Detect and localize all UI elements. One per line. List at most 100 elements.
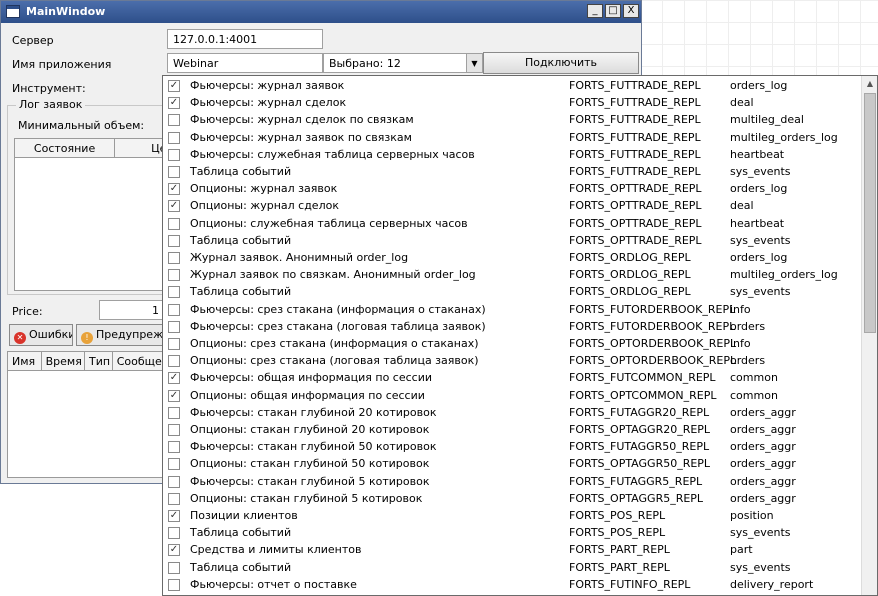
stream-list-item[interactable]: Журнал заявок. Анонимный order_log FORTS_… bbox=[163, 249, 863, 266]
column-header-name[interactable]: Имя bbox=[8, 352, 42, 370]
instrument-label: Инструмент: bbox=[12, 82, 86, 95]
stream-checkbox[interactable]: ✓ bbox=[168, 200, 180, 213]
stream-list-item[interactable]: Фьючерсы: стакан глубиной 50 котировок FO… bbox=[163, 438, 863, 455]
messages-grid-body[interactable] bbox=[7, 370, 167, 478]
column-header-time[interactable]: Время bbox=[42, 352, 86, 370]
stream-item-name: Таблица событий bbox=[190, 165, 292, 178]
stream-list-item[interactable]: ✓ Фьючерсы: общая информация по сессии FOR… bbox=[163, 369, 863, 386]
stream-checkbox[interactable] bbox=[168, 269, 180, 282]
server-input[interactable]: 127.0.0.1:4001 bbox=[167, 29, 323, 49]
stream-checkbox[interactable] bbox=[168, 561, 180, 574]
stream-checkbox[interactable] bbox=[168, 578, 180, 591]
stream-list-item[interactable]: Опционы: стакан глубиной 20 котировок FOR… bbox=[163, 421, 863, 438]
warnings-tab[interactable]: !Предупрежде bbox=[76, 324, 166, 346]
vertical-scrollbar[interactable]: ▲ bbox=[861, 76, 877, 595]
stream-checkbox[interactable]: ✓ bbox=[168, 372, 180, 385]
chevron-down-icon[interactable]: ▼ bbox=[466, 54, 482, 72]
stream-item-stream: FORTS_FUTTRADE_REPL bbox=[569, 130, 701, 144]
stream-list-item[interactable]: Опционы: срез стакана (логовая таблица з… bbox=[163, 352, 863, 369]
window-title: MainWindow bbox=[26, 5, 106, 18]
stream-item-stream: FORTS_ORDLOG_REPL bbox=[569, 268, 691, 282]
stream-list-item[interactable]: Опционы: служебная таблица серверных час… bbox=[163, 215, 863, 232]
scrollbar-thumb[interactable] bbox=[864, 93, 876, 333]
stream-list-item[interactable]: ✓ Средства и лимиты клиентов FORTS_PART_RE… bbox=[163, 541, 863, 558]
stream-list-item[interactable]: Фьючерсы: служебная таблица серверных ча… bbox=[163, 146, 863, 163]
stream-item-stream: FORTS_FUTCOMMON_REPL bbox=[569, 371, 716, 385]
stream-checkbox[interactable] bbox=[168, 355, 180, 368]
stream-list-item[interactable]: Фьючерсы: стакан глубиной 5 котировок FOR… bbox=[163, 473, 863, 490]
stream-list-item[interactable]: Таблица событий FORTS_FUTTRADE_REPL sys_ev… bbox=[163, 163, 863, 180]
stream-list-item[interactable]: Журнал заявок по связкам. Анонимный orde… bbox=[163, 266, 863, 283]
column-header-price[interactable]: Це bbox=[115, 139, 163, 157]
stream-checkbox[interactable] bbox=[168, 148, 180, 161]
close-button[interactable]: X bbox=[623, 4, 639, 18]
stream-checkbox[interactable] bbox=[168, 303, 180, 316]
stream-checkbox[interactable] bbox=[168, 424, 180, 436]
stream-checkbox[interactable] bbox=[168, 458, 180, 471]
stream-checkbox[interactable] bbox=[168, 131, 180, 144]
errors-tab[interactable]: ✕ Ошибки bbox=[9, 324, 73, 346]
stream-checkbox[interactable] bbox=[168, 234, 180, 247]
stream-list-item[interactable]: Фьючерсы: срез стакана (информация о ста… bbox=[163, 301, 863, 318]
stream-checkbox[interactable] bbox=[168, 492, 180, 505]
stream-item-table: orders_log bbox=[730, 79, 788, 92]
stream-checkbox[interactable]: ✓ bbox=[168, 510, 180, 522]
stream-item-stream: FORTS_FUTTRADE_REPL bbox=[569, 96, 701, 110]
stream-checkbox[interactable] bbox=[168, 338, 180, 350]
column-header-type[interactable]: Тип bbox=[85, 352, 113, 370]
stream-list-item[interactable]: Фьючерсы: стакан глубиной 20 котировок FO… bbox=[163, 404, 863, 421]
stream-checkbox[interactable]: ✓ bbox=[168, 97, 180, 110]
stream-checkbox[interactable] bbox=[168, 252, 180, 264]
price-input[interactable]: 1 bbox=[99, 300, 165, 320]
column-header-state[interactable]: Состояние bbox=[15, 139, 116, 157]
minimize-button[interactable]: _ bbox=[587, 4, 603, 18]
server-label: Сервер bbox=[12, 34, 54, 47]
stream-checkbox[interactable] bbox=[168, 320, 180, 333]
stream-checkbox[interactable] bbox=[168, 527, 180, 540]
stream-list-item[interactable]: Опционы: стакан глубиной 5 котировок FORT… bbox=[163, 490, 863, 507]
stream-list-item[interactable]: ✓ Фьючерсы: журнал сделок FORTS_FUTTRADE_R… bbox=[163, 94, 863, 111]
stream-list-item[interactable]: Опционы: стакан глубиной 50 котировок FOR… bbox=[163, 455, 863, 472]
connect-button[interactable]: Подключить bbox=[483, 52, 639, 74]
stream-checkbox[interactable] bbox=[168, 441, 180, 454]
stream-item-table: orders_aggr bbox=[730, 457, 796, 471]
column-header-message[interactable]: Сообщени bbox=[113, 352, 166, 370]
stream-list-item[interactable]: Таблица событий FORTS_OPTTRADE_REPL sys_ev… bbox=[163, 232, 863, 249]
stream-checkbox[interactable]: ✓ bbox=[168, 80, 180, 92]
orders-grid-body[interactable] bbox=[14, 157, 164, 291]
stream-list-item[interactable]: Фьючерсы: журнал заявок по связкам FORTS_… bbox=[163, 129, 863, 146]
app-name-input[interactable]: Webinar bbox=[167, 53, 323, 73]
stream-list-item[interactable]: Таблица событий FORTS_PART_REPL sys_events bbox=[163, 559, 863, 576]
stream-checkbox[interactable] bbox=[168, 286, 180, 299]
stream-list-item[interactable]: Таблица событий FORTS_POS_REPL sys_events bbox=[163, 524, 863, 541]
stream-list-item[interactable]: ✓ Позиции клиентов FORTS_POS_REPL position bbox=[163, 507, 863, 524]
stream-checkbox[interactable]: ✓ bbox=[168, 544, 180, 557]
maximize-button[interactable]: □ bbox=[605, 4, 621, 18]
scroll-up-icon[interactable]: ▲ bbox=[862, 76, 877, 92]
stream-list-item[interactable]: Таблица событий FORTS_ORDLOG_REPL sys_even… bbox=[163, 283, 863, 300]
stream-item-name: Опционы: журнал сделок bbox=[190, 199, 339, 213]
stream-list-item[interactable]: Опционы: срез стакана (информация о стак… bbox=[163, 335, 863, 352]
stream-item-stream: FORTS_FUTTRADE_REPL bbox=[569, 79, 701, 92]
stream-checkbox[interactable]: ✓ bbox=[168, 183, 180, 196]
stream-list-item[interactable]: Фьючерсы: журнал сделок по связкам FORTS_… bbox=[163, 111, 863, 128]
stream-checkbox[interactable] bbox=[168, 166, 180, 178]
stream-list-item[interactable]: ✓ Фьючерсы: журнал заявок FORTS_FUTTRADE_R… bbox=[163, 77, 863, 94]
stream-list-item[interactable]: ✓ Опционы: журнал сделок FORTS_OPTTRADE_RE… bbox=[163, 197, 863, 214]
stream-list-item[interactable]: Фьючерсы: срез стакана (логовая таблица … bbox=[163, 318, 863, 335]
stream-list-item[interactable]: ✓ Опционы: общая информация по сессии FORT… bbox=[163, 387, 863, 404]
app-name-label: Имя приложения bbox=[12, 58, 112, 71]
stream-selector-combo[interactable]: Выбрано: 12 ▼ bbox=[323, 53, 483, 73]
stream-checkbox[interactable] bbox=[168, 406, 180, 419]
stream-checkbox[interactable] bbox=[168, 114, 180, 127]
stream-item-table: multileg_orders_log bbox=[730, 130, 838, 144]
stream-list-item[interactable]: Фьючерсы: отчет о поставке FORTS_FUTINFO_… bbox=[163, 576, 863, 593]
stream-list-item[interactable]: ✓ Опционы: журнал заявок FORTS_OPTTRADE_RE… bbox=[163, 180, 863, 197]
stream-checkbox[interactable] bbox=[168, 475, 180, 488]
stream-checkbox[interactable] bbox=[168, 217, 180, 230]
stream-item-stream: FORTS_OPTORDERBOOK_REPL bbox=[569, 337, 737, 350]
stream-item-name: Фьючерсы: журнал заявок bbox=[190, 79, 345, 92]
stream-checkbox[interactable]: ✓ bbox=[168, 389, 180, 402]
stream-item-stream: FORTS_OPTTRADE_REPL bbox=[569, 233, 702, 247]
stream-item-name: Опционы: срез стакана (логовая таблица з… bbox=[190, 354, 479, 368]
